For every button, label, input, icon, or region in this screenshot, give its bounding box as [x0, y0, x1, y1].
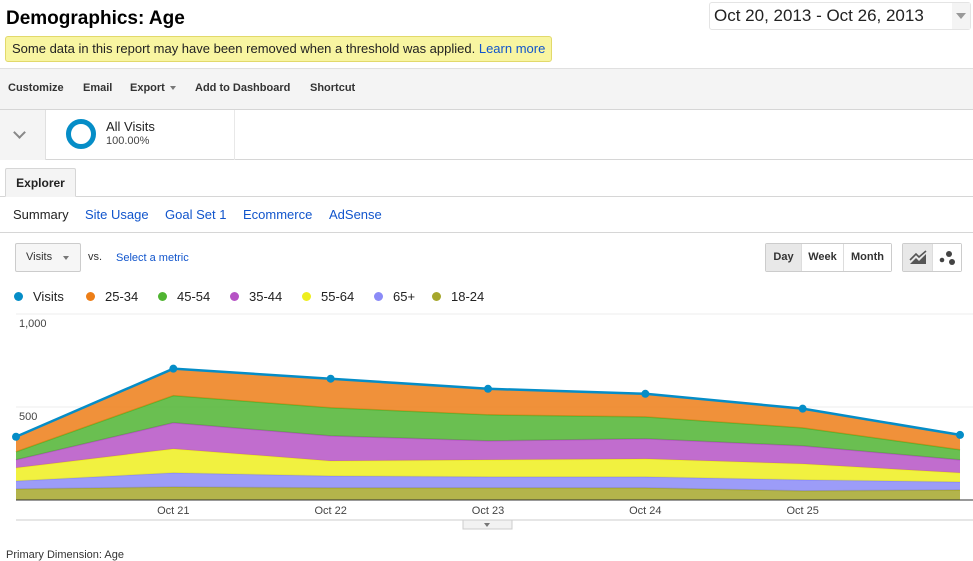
month-button[interactable]: Month	[843, 244, 891, 271]
primary-dimension-label: Primary Dimension:	[6, 549, 102, 561]
line-chart-icon[interactable]	[903, 244, 932, 271]
export-label: Export	[130, 82, 165, 94]
x-tick-label: Oct 21	[157, 505, 189, 517]
primary-dimension: Primary Dimension: Age	[6, 549, 124, 561]
metric-select[interactable]: Visits	[15, 243, 81, 272]
legend-dot-35-44	[230, 292, 239, 301]
segment-bar: All Visits 100.00%	[0, 110, 973, 160]
subtab-adsense[interactable]: AdSense	[329, 207, 382, 222]
segment-name: All Visits	[106, 119, 155, 134]
legend-dot-55-64	[302, 292, 311, 301]
visits-point	[484, 384, 492, 393]
visits-point	[956, 430, 964, 439]
legend-item-55-64[interactable]: 55-64	[302, 289, 354, 304]
legend-item-18-24[interactable]: 18-24	[432, 289, 484, 304]
subtab-ecommerce[interactable]: Ecommerce	[243, 207, 312, 222]
visits-point	[641, 389, 650, 398]
visits-point	[326, 374, 335, 383]
add-to-dashboard-button[interactable]: Add to Dashboard	[195, 82, 290, 94]
threshold-notice: Some data in this report may have been r…	[5, 36, 553, 62]
legend-dot-25-34	[86, 292, 95, 301]
legend-item-25-34[interactable]: 25-34	[86, 289, 138, 304]
explorer-subtabs: Summary Site Usage Goal Set 1 Ecommerce …	[0, 197, 973, 233]
tab-explorer[interactable]: Explorer	[5, 168, 76, 197]
email-button[interactable]: Email	[83, 82, 112, 94]
visits-point	[12, 432, 20, 441]
x-tick-label: Oct 23	[472, 505, 504, 517]
page-title: Demographics: Age	[6, 8, 185, 29]
segment-ring-icon	[66, 119, 96, 149]
legend-item-45-54[interactable]: 45-54	[158, 289, 210, 304]
notice-text: Some data in this report may have been r…	[12, 41, 476, 56]
chart-type-group	[902, 243, 962, 272]
week-button[interactable]: Week	[801, 244, 843, 271]
customize-button[interactable]: Customize	[8, 82, 64, 94]
y-tick-label: 1,000	[19, 318, 47, 330]
segment-all-visits[interactable]: All Visits 100.00%	[46, 110, 235, 160]
report-tabs: Explorer	[0, 160, 973, 197]
date-range-text: Oct 20, 2013 - Oct 26, 2013	[714, 6, 924, 25]
subtab-summary[interactable]: Summary	[13, 207, 69, 222]
legend-dot-visits	[14, 292, 23, 301]
legend-item-35-44[interactable]: 35-44	[230, 289, 282, 304]
granularity-group: Day Week Month	[765, 243, 892, 272]
export-button[interactable]: Export	[130, 82, 176, 94]
x-tick-label: Oct 24	[629, 505, 661, 517]
segment-percent: 100.00%	[106, 135, 150, 147]
primary-dimension-value: Age	[104, 549, 124, 561]
x-tick-label: Oct 22	[314, 505, 346, 517]
vs-label: vs.	[88, 251, 103, 263]
motion-chart-icon[interactable]	[932, 244, 961, 271]
legend-dot-65-plus	[374, 292, 383, 301]
chevron-down-icon[interactable]	[952, 3, 970, 29]
day-button[interactable]: Day	[766, 244, 801, 271]
report-toolbar: Customize Email Export Add to Dashboard …	[0, 68, 973, 110]
legend-dot-45-54	[158, 292, 167, 301]
visits-point	[169, 364, 178, 373]
select-metric-link[interactable]: Select a metric	[116, 252, 189, 264]
legend-item-65-plus[interactable]: 65+	[374, 289, 415, 304]
y-tick-label: 500	[19, 411, 37, 423]
date-range-picker[interactable]: Oct 20, 2013 - Oct 26, 2013	[709, 2, 971, 30]
legend-item-visits[interactable]: Visits	[14, 289, 64, 304]
stacked-area-chart: 500 1,000 Oct 21 Oct 22 Oct 23 Oct 24 Oct 25	[12, 313, 973, 530]
segment-toggle-chevron-icon[interactable]	[0, 110, 46, 160]
visits-point	[798, 404, 807, 413]
x-tick-label: Oct 25	[786, 505, 818, 517]
learn-more-link[interactable]: Learn more	[479, 41, 545, 56]
legend-dot-18-24	[432, 292, 441, 301]
subtab-site-usage[interactable]: Site Usage	[85, 207, 149, 222]
caret-down-icon	[169, 86, 176, 91]
shortcut-button[interactable]: Shortcut	[310, 82, 355, 94]
subtab-goal-set-1[interactable]: Goal Set 1	[165, 207, 226, 222]
